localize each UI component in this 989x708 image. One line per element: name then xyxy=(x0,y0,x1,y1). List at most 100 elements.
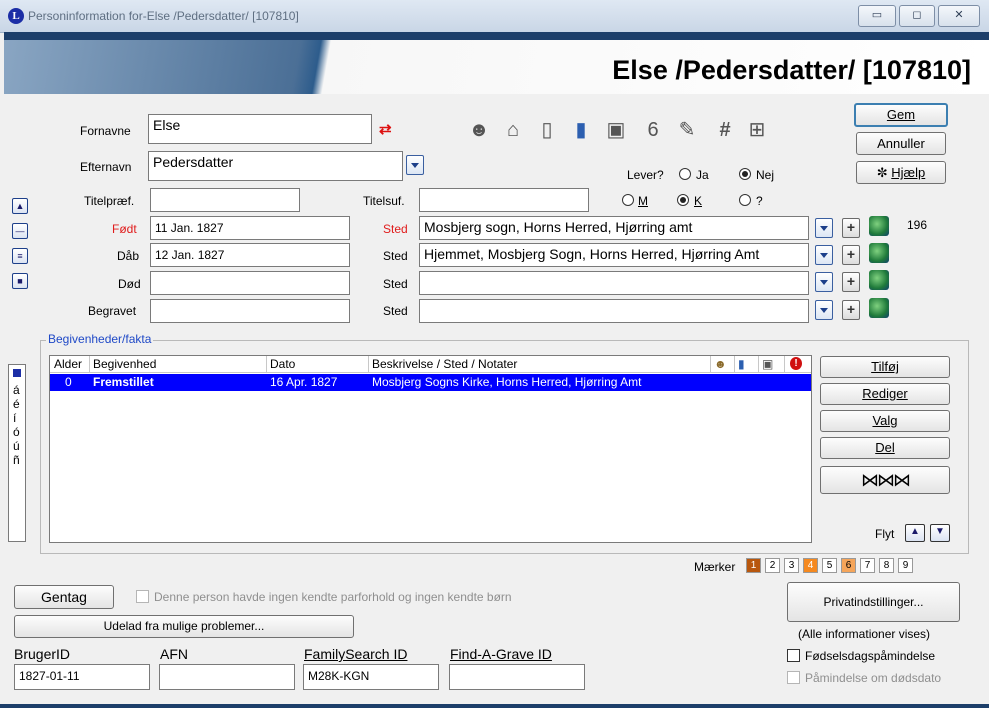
titelsuf-input[interactable] xyxy=(419,188,589,212)
table-row[interactable]: 0 Fremstillet 16 Apr. 1827 Mosbjerg Sogn… xyxy=(50,374,811,391)
findagrave-label[interactable]: Find-A-Grave ID xyxy=(450,646,552,662)
col-begivenhed[interactable]: Begivenhed xyxy=(93,357,156,371)
tilfoj-button[interactable]: Tilføj xyxy=(820,356,950,378)
open-book-icon[interactable]: ⊞ xyxy=(742,118,772,142)
side-chars[interactable]: á é í ó ú ñ xyxy=(13,383,20,467)
fornavn-input[interactable]: Else xyxy=(148,114,372,144)
calendar-icon[interactable]: 6 xyxy=(640,118,666,142)
move-up-button[interactable]: ▲ xyxy=(905,524,925,542)
dod-sted-input[interactable] xyxy=(419,271,809,295)
events-list[interactable]: Alder Begivenhed Dato Beskrivelse / Sted… xyxy=(49,355,812,543)
multi-line-icon[interactable]: ≡ xyxy=(12,248,28,264)
char-i-acute[interactable]: í xyxy=(13,411,20,425)
col-warning-icon[interactable]: ! xyxy=(790,357,802,370)
gentag-button[interactable]: Gentag xyxy=(14,585,114,609)
familysearch-label[interactable]: FamilySearch ID xyxy=(304,646,407,662)
people-icon[interactable]: ☻ xyxy=(466,118,492,142)
marker-8[interactable]: 8 xyxy=(879,558,894,573)
gender-m-radio[interactable] xyxy=(622,194,634,206)
daab-date-input[interactable]: 12 Jan. 1827 xyxy=(150,243,350,267)
familysearch-input[interactable]: M28K-KGN xyxy=(303,664,439,690)
move-down-button[interactable]: ▼ xyxy=(930,524,950,542)
hash-icon[interactable]: # xyxy=(712,118,738,142)
rediger-button[interactable]: Rediger xyxy=(820,383,950,405)
gender-k-radio[interactable] xyxy=(677,194,689,206)
brugerid-input[interactable]: 1827-01-11 xyxy=(14,664,150,690)
col-people-icon[interactable]: ☻ xyxy=(714,357,727,371)
fodt-sted-dropdown-button[interactable] xyxy=(815,218,833,238)
marker-7[interactable]: 7 xyxy=(860,558,875,573)
col-alder[interactable]: Alder xyxy=(54,357,82,371)
fodt-globe-icon[interactable] xyxy=(869,216,889,236)
marker-2[interactable]: 2 xyxy=(765,558,780,573)
book-icon[interactable]: ▮ xyxy=(568,118,594,142)
char-a-acute[interactable]: á xyxy=(13,383,20,397)
marker-9[interactable]: 9 xyxy=(898,558,913,573)
maximize-button[interactable]: ◻ xyxy=(899,5,935,27)
fodt-sted-input[interactable]: Mosbjerg sogn, Horns Herred, Hjørring am… xyxy=(419,216,809,240)
del-button[interactable]: Del xyxy=(820,437,950,459)
marker-4[interactable]: 4 xyxy=(803,558,818,573)
lever-nej-radio[interactable] xyxy=(739,168,751,180)
daab-sted-input[interactable]: Hjemmet, Mosbjerg Sogn, Horns Herred, Hj… xyxy=(419,243,809,267)
annuller-button[interactable]: Annuller xyxy=(856,132,946,155)
char-o-acute[interactable]: ó xyxy=(13,425,20,439)
hjaelp-button[interactable]: ✼ Hjælp xyxy=(856,161,946,184)
findagrave-input[interactable] xyxy=(449,664,585,690)
daab-globe-icon[interactable] xyxy=(869,243,889,263)
efternavn-dropdown-button[interactable] xyxy=(406,155,424,175)
col-photo-icon[interactable]: ▣ xyxy=(762,357,773,371)
death-reminder-checkbox[interactable] xyxy=(787,671,800,684)
events-header: Alder Begivenhed Dato Beskrivelse / Sted… xyxy=(50,356,811,373)
afn-input[interactable] xyxy=(159,664,295,690)
page-icon[interactable]: ▯ xyxy=(534,118,560,142)
gender-unknown-label: ? xyxy=(756,194,763,208)
block-icon[interactable]: ■ xyxy=(12,273,28,289)
lever-ja-radio[interactable] xyxy=(679,168,691,180)
swap-names-icon[interactable]: ⇄ xyxy=(379,120,392,138)
dod-date-input[interactable] xyxy=(150,271,350,295)
begravet-sted-dropdown-button[interactable] xyxy=(815,300,833,320)
dod-add-button[interactable]: + xyxy=(842,272,860,292)
all-info-text: (Alle informationer vises) xyxy=(798,627,931,641)
up-arrow-icon[interactable]: ▲ xyxy=(12,198,28,214)
char-e-acute[interactable]: é xyxy=(13,397,20,411)
begravet-add-button[interactable]: + xyxy=(842,300,860,320)
col-book-icon[interactable]: ▮ xyxy=(738,357,745,371)
udelad-button[interactable]: Udelad fra mulige problemer... xyxy=(14,615,354,638)
marker-1[interactable]: 1 xyxy=(746,558,761,573)
titelpraef-input[interactable] xyxy=(150,188,300,212)
notes-icon[interactable]: ✎ xyxy=(674,118,700,142)
col-dato[interactable]: Dato xyxy=(270,357,295,371)
char-n-tilde[interactable]: ñ xyxy=(13,453,20,467)
gender-m-label: M xyxy=(638,194,648,208)
no-partner-label: Denne person havde ingen kendte parforho… xyxy=(154,590,512,604)
marker-5[interactable]: 5 xyxy=(822,558,837,573)
house-icon[interactable]: ⌂ xyxy=(500,118,526,142)
col-beskrivelse[interactable]: Beskrivelse / Sted / Notater xyxy=(372,357,517,371)
fodt-date-input[interactable]: 11 Jan. 1827 xyxy=(150,216,350,240)
gem-button[interactable]: Gem xyxy=(854,103,948,127)
dod-globe-icon[interactable] xyxy=(869,270,889,290)
fodt-add-button[interactable]: + xyxy=(842,218,860,238)
gender-unknown-radio[interactable] xyxy=(739,194,751,206)
single-line-icon[interactable]: — xyxy=(12,223,28,239)
efternavn-input[interactable]: Pedersdatter xyxy=(148,151,403,181)
valg-button[interactable]: Valg xyxy=(820,410,950,432)
birthday-reminder-checkbox[interactable] xyxy=(787,649,800,662)
privat-button[interactable]: Privatindstillinger... xyxy=(787,582,960,622)
marker-3[interactable]: 3 xyxy=(784,558,799,573)
daab-sted-dropdown-button[interactable] xyxy=(815,245,833,265)
char-u-acute[interactable]: ú xyxy=(13,439,20,453)
photo-icon[interactable]: ▣ xyxy=(602,118,630,142)
dna-button[interactable]: ⋈⋈⋈ xyxy=(820,466,950,494)
begravet-globe-icon[interactable] xyxy=(869,298,889,318)
no-partner-checkbox[interactable] xyxy=(136,590,149,603)
minimize-button[interactable]: ▭ xyxy=(858,5,896,27)
begravet-date-input[interactable] xyxy=(150,299,350,323)
begravet-sted-input[interactable] xyxy=(419,299,809,323)
close-button[interactable]: ✕ xyxy=(938,5,980,27)
dod-sted-dropdown-button[interactable] xyxy=(815,272,833,292)
marker-6[interactable]: 6 xyxy=(841,558,856,573)
daab-add-button[interactable]: + xyxy=(842,245,860,265)
